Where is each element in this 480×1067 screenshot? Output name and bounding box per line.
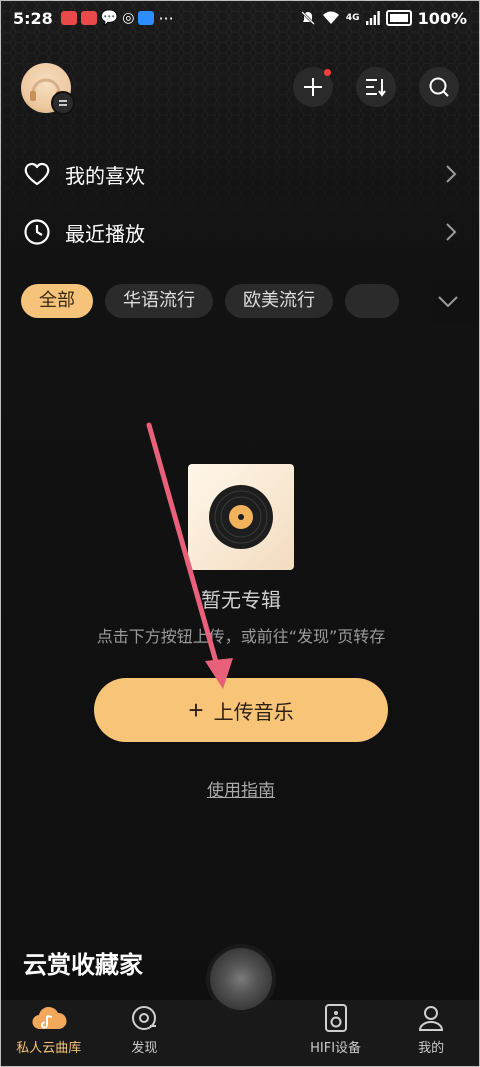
tab-label: 发现 [131, 1041, 158, 1056]
wechat-icon: ◎ [122, 10, 135, 26]
sort-button[interactable] [356, 67, 396, 107]
chip-chinese-pop[interactable]: 华语流行 [105, 284, 213, 318]
vinyl-record-icon [209, 485, 273, 549]
sort-icon [366, 79, 386, 97]
notification-icons: 💬 ◎ ··· [60, 8, 174, 28]
more-notifications-icon: ··· [158, 8, 174, 28]
chip-more[interactable] [345, 284, 399, 318]
tab-label: 我的 [418, 1041, 445, 1056]
recent-play-row[interactable]: 最近播放 [23, 212, 457, 252]
app-notification-icon [60, 11, 77, 25]
chevron-right-icon [446, 165, 457, 183]
signal-icon [365, 11, 380, 25]
mute-icon [301, 11, 315, 25]
tab-hifi-devices[interactable]: HIFI设备 [288, 1000, 384, 1066]
favorites-label: 我的喜欢 [65, 163, 145, 188]
now-playing-disc-button[interactable] [210, 948, 272, 1010]
search-button[interactable] [419, 67, 459, 107]
upload-music-label: 上传音乐 [213, 701, 294, 724]
chevron-down-icon[interactable] [437, 287, 459, 317]
recent-play-label: 最近播放 [65, 221, 145, 246]
tab-cloud-library[interactable]: 私人云曲库 [1, 1000, 97, 1066]
heart-icon [24, 162, 50, 186]
battery-icon [385, 10, 412, 26]
section-title: 云赏收藏家 [23, 951, 143, 979]
plus-icon: + [188, 694, 204, 725]
system-icons: 4G 100% [300, 9, 467, 28]
user-avatar[interactable] [21, 63, 75, 115]
plus-icon [304, 78, 322, 96]
profile-icon [417, 1003, 445, 1033]
tab-profile[interactable]: 我的 [383, 1000, 479, 1066]
notification-dot [324, 69, 331, 76]
clock-icon [24, 219, 50, 245]
discover-icon [130, 1003, 158, 1033]
tab-discover[interactable]: 发现 [97, 1000, 193, 1066]
upload-music-button[interactable]: + 上传音乐 [94, 678, 388, 742]
app-notification-icon [80, 11, 97, 25]
tab-label: 私人云曲库 [16, 1041, 82, 1056]
add-button[interactable] [293, 67, 333, 107]
speaker-icon [324, 1003, 348, 1033]
status-time: 5:28 [13, 8, 53, 28]
usage-guide-link[interactable]: 使用指南 [1, 776, 479, 801]
search-icon [429, 77, 449, 97]
tab-label: HIFI设备 [310, 1041, 362, 1056]
chat-icon: 💬 [100, 10, 119, 26]
empty-album-cover [188, 464, 294, 570]
battery-level: 100% [417, 8, 467, 28]
wifi-icon [322, 11, 339, 24]
app-screen: 5:28 💬 ◎ ··· 4G 100% 我的喜欢 最近播放 全部 华语流行 欧… [0, 0, 480, 1067]
chip-all[interactable]: 全部 [21, 284, 93, 318]
cloud-library-icon [31, 1003, 67, 1033]
empty-title: 暂无专辑 [201, 588, 281, 612]
network-type: 4G [345, 13, 360, 23]
app-notification-icon [138, 11, 155, 25]
favorites-row[interactable]: 我的喜欢 [23, 154, 457, 194]
chip-western-pop[interactable]: 欧美流行 [225, 284, 333, 318]
empty-subtitle: 点击下方按钮上传，或前往“发现”页转存 [96, 627, 386, 646]
status-bar: 5:28 💬 ◎ ··· 4G 100% [1, 1, 479, 35]
chevron-right-icon [446, 223, 457, 241]
avatar-menu-icon[interactable] [51, 91, 75, 115]
